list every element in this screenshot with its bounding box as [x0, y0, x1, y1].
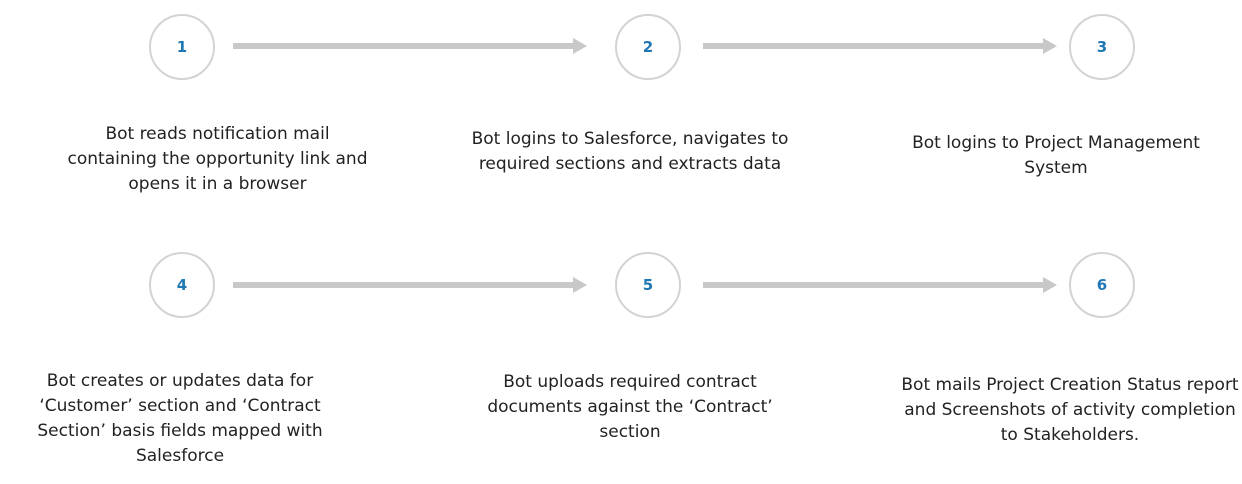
arrow-5-to-6 — [703, 277, 1057, 293]
step-6-number: 6 — [1096, 276, 1108, 294]
step-3-number: 3 — [1096, 38, 1108, 56]
step-2-circle: 2 — [615, 14, 681, 80]
step-1-description: Bot reads notification mail containing t… — [67, 124, 368, 194]
step-4-description: Bot creates or updates data for ‘Custome… — [37, 371, 323, 466]
step-3-circle: 3 — [1069, 14, 1135, 80]
step-3-description: Bot logins to Project Management System — [912, 133, 1200, 178]
step-6-circle: 6 — [1069, 252, 1135, 318]
step-4-number: 4 — [176, 276, 188, 294]
arrow-4-to-5 — [233, 277, 587, 293]
step-5-circle: 5 — [615, 252, 681, 318]
arrow-2-to-3 — [703, 38, 1057, 54]
arrow-1-to-2 — [233, 38, 587, 54]
step-5-description: Bot uploads required contract documents … — [487, 372, 773, 442]
step-4-circle: 4 — [149, 252, 215, 318]
step-1-number: 1 — [176, 38, 188, 56]
step-5-number: 5 — [642, 276, 654, 294]
step-6-description: Bot mails Project Creation Status report… — [901, 375, 1239, 445]
step-2-description: Bot logins to Salesforce, navigates to r… — [471, 129, 789, 174]
step-2-number: 2 — [642, 38, 654, 56]
step-1-circle: 1 — [149, 14, 215, 80]
